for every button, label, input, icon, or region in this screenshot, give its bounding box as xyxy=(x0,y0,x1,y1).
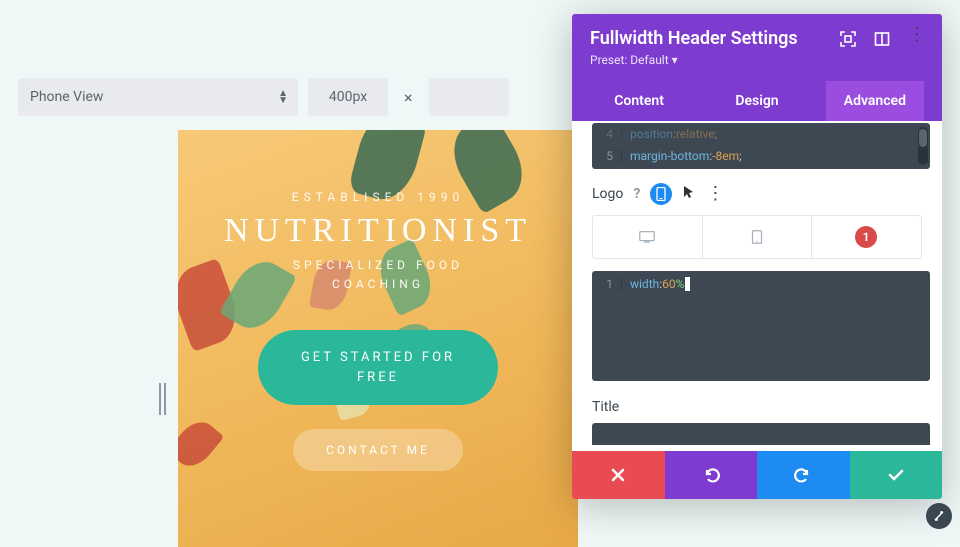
css-editor-upper[interactable]: 4position:relative; 5margin-bottom:-8em; xyxy=(592,123,930,169)
preview-width-input[interactable] xyxy=(308,78,388,116)
tab-content[interactable]: Content xyxy=(590,81,688,121)
undo-button[interactable] xyxy=(665,451,758,499)
brand-title: NUTRITIONIST xyxy=(178,212,578,250)
cta-secondary-button[interactable]: CONTACT ME xyxy=(293,429,463,471)
annotation-badge: 1 xyxy=(855,226,877,248)
panel-footer xyxy=(572,451,942,499)
css-editor-title[interactable] xyxy=(592,423,930,445)
preview-height-input[interactable] xyxy=(429,78,509,116)
redo-button[interactable] xyxy=(757,451,850,499)
tagline: SPECIALIZED FOODCOACHING xyxy=(178,256,578,294)
cursor-icon[interactable] xyxy=(682,185,696,203)
tab-advanced[interactable]: Advanced xyxy=(826,81,924,121)
text-cursor xyxy=(685,277,690,291)
preview-area: ESTABLISED 1990 NUTRITIONIST SPECIALIZED… xyxy=(152,130,578,547)
cancel-button[interactable] xyxy=(572,451,665,499)
view-select[interactable]: Phone View ▲▼ xyxy=(18,78,298,116)
columns-icon[interactable] xyxy=(874,31,890,47)
times-icon: × xyxy=(404,88,413,107)
logo-label: Logo xyxy=(592,186,623,202)
chevron-down-icon: ▾ xyxy=(672,53,678,67)
mobile-active-icon[interactable] xyxy=(650,183,672,205)
focus-icon[interactable] xyxy=(840,31,856,47)
panel-title: Fullwidth Header Settings xyxy=(590,28,798,49)
tab-design[interactable]: Design xyxy=(708,81,806,121)
device-desktop[interactable] xyxy=(593,216,702,258)
preset-dropdown[interactable]: Preset: Default ▾ xyxy=(590,53,924,67)
scrollbar[interactable] xyxy=(918,127,928,165)
kebab-menu-icon[interactable]: ⋮ xyxy=(706,190,724,197)
phone-preview-canvas[interactable]: ESTABLISED 1990 NUTRITIONIST SPECIALIZED… xyxy=(178,130,578,547)
select-arrows-icon: ▲▼ xyxy=(278,90,288,104)
cta-primary-button[interactable]: GET STARTED FOR FREE xyxy=(258,330,498,405)
css-editor-logo[interactable]: 1width:60% xyxy=(592,271,930,381)
resize-handle[interactable] xyxy=(152,383,172,415)
settings-panel: Fullwidth Header Settings ⋮ Preset: Defa… xyxy=(572,14,942,499)
panel-resize-handle[interactable] xyxy=(926,503,952,529)
device-tablet[interactable] xyxy=(702,216,812,258)
help-icon[interactable]: ? xyxy=(633,186,640,202)
kebab-menu-icon[interactable]: ⋮ xyxy=(908,31,924,47)
save-button[interactable] xyxy=(850,451,943,499)
view-select-value: Phone View xyxy=(30,89,103,105)
responsive-device-tabs: 1 xyxy=(592,215,922,259)
logo-section-header: Logo ? ⋮ xyxy=(572,169,942,215)
established-text: ESTABLISED 1990 xyxy=(178,190,578,204)
panel-body[interactable]: 4position:relative; 5margin-bottom:-8em;… xyxy=(572,121,942,451)
panel-header: Fullwidth Header Settings ⋮ Preset: Defa… xyxy=(572,14,942,121)
title-label: Title xyxy=(572,381,942,423)
